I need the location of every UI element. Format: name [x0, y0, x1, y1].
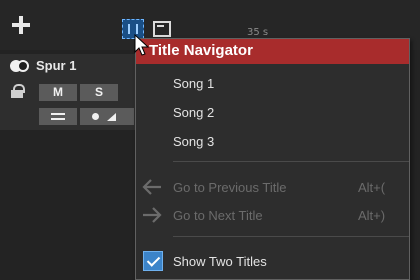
arrow-left-icon [142, 179, 161, 195]
record-icon [92, 113, 99, 120]
app-window: 35 s Spur 1 M S Title Navigator Song 1 S… [0, 0, 420, 280]
record-button[interactable] [80, 108, 134, 125]
lock-icon[interactable] [11, 84, 25, 98]
menu-header: Title Navigator [136, 39, 409, 64]
menu-item-go-to-next-title[interactable]: Go to Next Title Alt+) [136, 203, 409, 229]
title-navigator-menu: Title Navigator Song 1 Song 2 Song 3 Go … [135, 38, 410, 280]
menu-item-label: Go to Next Title [173, 208, 263, 223]
menu-item-label: Song 2 [173, 105, 215, 120]
shortcut-label: Alt+( [358, 180, 386, 195]
menu-item-show-two-titles[interactable]: Show Two Titles [136, 249, 409, 275]
triangle-icon [107, 113, 116, 121]
fx-button[interactable] [39, 108, 77, 125]
shortcut-label: Alt+) [358, 208, 386, 223]
menu-item-label: Song 1 [173, 76, 215, 91]
menu-item-go-to-previous-title[interactable]: Go to Previous Title Alt+( [136, 175, 409, 201]
track-name[interactable]: Spur 1 [36, 58, 76, 73]
menu-separator [173, 236, 409, 237]
mouse-cursor-icon [134, 34, 150, 56]
window-icon[interactable] [153, 21, 171, 37]
menu-item-label: Go to Previous Title [173, 180, 287, 195]
menu-item-song-2[interactable]: Song 2 [136, 100, 409, 126]
menu-separator [173, 161, 409, 162]
arrow-right-icon [143, 207, 162, 223]
checkbox-checked-icon[interactable] [143, 251, 163, 271]
plus-icon[interactable] [10, 14, 32, 36]
track-visibility-icon[interactable] [10, 60, 30, 72]
menu-item-label: Song 3 [173, 134, 215, 149]
ruler-label: 35 s [247, 27, 269, 38]
menu-item-label: Show Two Titles [173, 254, 267, 269]
mute-button[interactable]: M [39, 84, 77, 101]
menu-item-song-3[interactable]: Song 3 [136, 129, 409, 155]
menu-item-song-1[interactable]: Song 1 [136, 71, 409, 97]
menu-title: Title Navigator [149, 42, 253, 59]
solo-button[interactable]: S [80, 84, 118, 101]
